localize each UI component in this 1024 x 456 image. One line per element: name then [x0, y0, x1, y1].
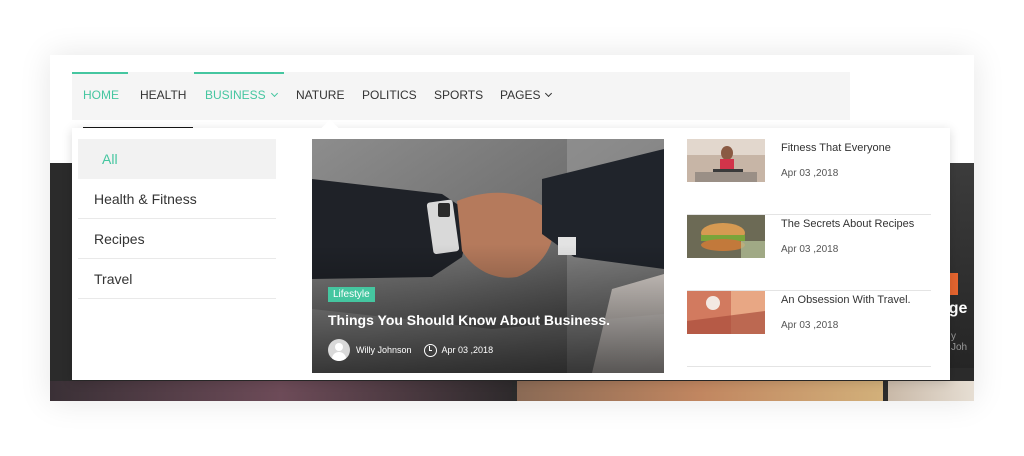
author-name[interactable]: Willy Johnson [356, 345, 412, 355]
post-title[interactable]: Fitness That Everyone [781, 142, 891, 154]
list-item[interactable]: An Obsession With Travel. Apr 03 ,2018 [687, 291, 931, 367]
nav-health[interactable]: HEALTH [140, 72, 186, 120]
category-recipes[interactable]: Recipes [78, 219, 276, 259]
dropdown-caret [321, 119, 339, 137]
nav-nature[interactable]: NATURE [296, 72, 344, 120]
post-thumbnail [687, 215, 765, 258]
nav-pages[interactable]: PAGES [500, 72, 553, 120]
nav-business[interactable]: BUSINESS [194, 72, 284, 120]
list-item[interactable]: Fitness That Everyone Apr 03 ,2018 [687, 139, 931, 215]
background-card-image [517, 381, 883, 401]
chevron-down-icon [270, 89, 278, 98]
main-nav: HOME HEALTH BUSINESS NATURE POLITICS SPO… [72, 72, 850, 120]
background-card-image [888, 381, 974, 401]
featured-post-meta: Willy Johnson Apr 03 ,2018 [328, 338, 493, 362]
category-all[interactable]: All [78, 139, 276, 179]
featured-post-title[interactable]: Things You Should Know About Business. [328, 312, 610, 328]
category-list: All Health & Fitness Recipes Travel [78, 139, 276, 299]
list-item[interactable]: The Secrets About Recipes Apr 03 ,2018 [687, 215, 931, 291]
post-thumbnail [687, 291, 765, 334]
business-mega-menu: All Health & Fitness Recipes Travel Life… [72, 119, 950, 380]
post-date: Apr 03 ,2018 [781, 244, 839, 255]
background-card-image [50, 381, 512, 401]
chevron-down-icon [545, 89, 553, 98]
post-thumbnail [687, 139, 765, 182]
post-date: Apr 03 ,2018 [781, 320, 839, 331]
post-date: Apr 03 ,2018 [781, 168, 839, 179]
category-tag[interactable]: Lifestyle [328, 287, 375, 302]
nav-sports[interactable]: SPORTS [434, 72, 483, 120]
nav-politics[interactable]: POLITICS [362, 72, 417, 120]
browser-frame: dge y Joh HOME HEALTH BUSINESS NATURE PO… [50, 55, 974, 401]
background-slide-byline: y Joh [951, 331, 968, 353]
post-title[interactable]: The Secrets About Recipes [781, 218, 914, 230]
post-date: Apr 03 ,2018 [441, 345, 494, 355]
recent-posts-list: Fitness That Everyone Apr 03 ,2018 The S… [687, 139, 931, 367]
avatar [328, 339, 350, 361]
post-title[interactable]: An Obsession With Travel. [781, 294, 911, 306]
clock-icon [423, 343, 437, 357]
category-travel[interactable]: Travel [78, 259, 276, 299]
category-health-fitness[interactable]: Health & Fitness [78, 179, 276, 219]
featured-post[interactable]: Lifestyle Things You Should Know About B… [312, 139, 664, 373]
nav-home[interactable]: HOME [72, 72, 128, 120]
